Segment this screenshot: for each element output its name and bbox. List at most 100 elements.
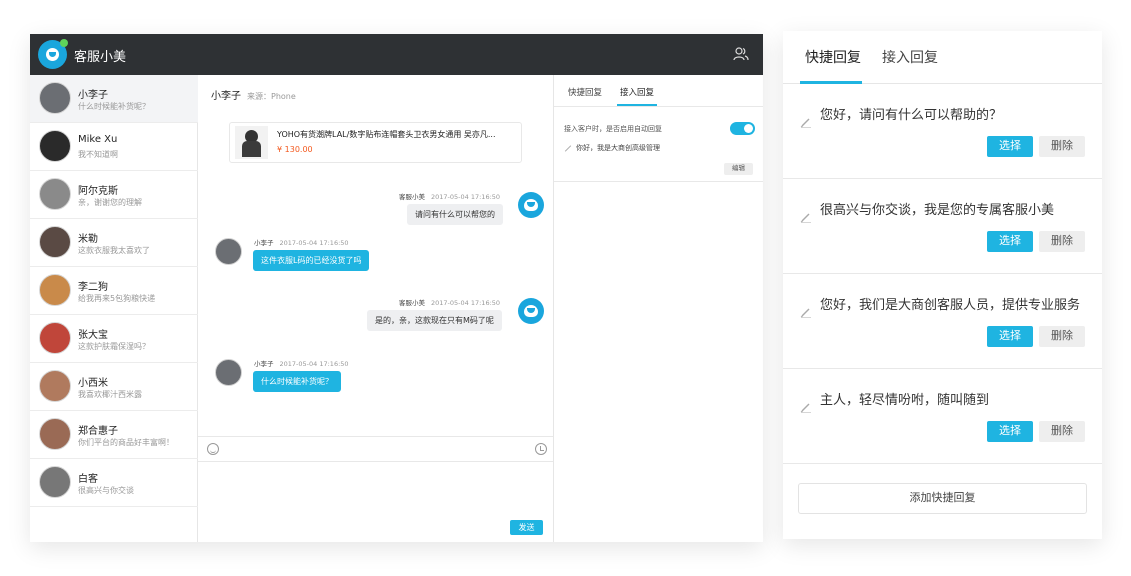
message-meta: 客服小美 2017-05-04 17:16:50: [399, 297, 500, 307]
chat-header: 小李子 来源：Phone: [211, 87, 296, 102]
mini-tab-bar: 快捷回复 接入回复: [554, 75, 763, 107]
message-bubble-out: 是的，亲，这款现在只有M码了呢: [367, 310, 502, 331]
agent-avatar-icon: [518, 192, 544, 218]
contact-list: 小李子 什么时候能补货呢？ Mike Xu 我不知道啊 阿尔克斯 亲，谢谢您的理…: [30, 75, 198, 542]
quick-reply-item: 您好，我们是大商创客服人员，提供专业服务 选择 删除: [783, 274, 1102, 369]
active-tab-indicator: [617, 104, 657, 106]
delete-button[interactable]: 删除: [1039, 326, 1085, 347]
contact-item[interactable]: 张大宝 这款护肤霜保湿吗？: [30, 315, 198, 363]
contact-last-message: 我喜欢椰汁西米露: [78, 390, 142, 399]
users-icon[interactable]: [733, 47, 749, 61]
contact-name: 白客: [78, 474, 98, 485]
quick-reply-text: 您好，请问有什么可以帮助的？: [820, 108, 1003, 123]
tab-quick-reply[interactable]: 快捷回复: [805, 47, 861, 67]
avatar: [39, 370, 71, 402]
contact-last-message: 给我再来5包狗粮快递: [78, 294, 156, 303]
contact-name: 李二狗: [78, 282, 108, 293]
avatar: [39, 226, 71, 258]
avatar: [39, 274, 71, 306]
agent-avatar-icon: [518, 298, 544, 324]
select-button[interactable]: 选择: [987, 326, 1033, 347]
tab-access-reply[interactable]: 接入回复: [882, 47, 938, 67]
contact-name: 张大宝: [78, 330, 108, 341]
tab-quick-reply[interactable]: 快捷回复: [568, 86, 602, 98]
avatar: [215, 238, 242, 265]
contact-last-message: 这款衣服我太喜欢了: [78, 246, 150, 255]
avatar: [39, 418, 71, 450]
message-bubble-in: 这件衣服L码的已经没货了吗: [253, 250, 370, 271]
chat-source: 来源：Phone: [247, 92, 296, 101]
pencil-icon: [564, 144, 572, 152]
app-title: 客服小美: [74, 50, 127, 65]
quick-reply-item: 您好，请问有什么可以帮助的？ 选择 删除: [783, 84, 1102, 179]
message-sender: 小李子: [254, 239, 274, 247]
delete-button[interactable]: 删除: [1039, 231, 1085, 252]
add-quick-reply-button[interactable]: 添加快捷回复: [798, 483, 1087, 514]
message-time: 2017-05-04 17:16:50: [279, 239, 349, 247]
avatar: [215, 359, 242, 386]
contact-last-message: 这款护肤霜保湿吗？: [78, 342, 150, 351]
contact-item[interactable]: 李二狗 给我再来5包狗粮快递: [30, 267, 198, 315]
product-price: ¥ 130.00: [277, 145, 313, 154]
avatar: [39, 322, 71, 354]
contact-item[interactable]: 米勒 这款衣服我太喜欢了: [30, 219, 198, 267]
auto-reply-toggle[interactable]: [730, 122, 755, 135]
message-meta: 客服小美 2017-05-04 17:16:50: [399, 191, 500, 201]
contact-item[interactable]: 郑合惠子 你们平台的商品好丰富啊！: [30, 411, 198, 459]
top-bar: 客服小美: [30, 34, 763, 75]
contact-item[interactable]: 阿尔克斯 亲，谢谢您的理解: [30, 171, 198, 219]
auto-reply-text: 你好，我是大商创高级管理: [576, 144, 660, 152]
select-button[interactable]: 选择: [987, 136, 1033, 157]
pencil-icon: [800, 403, 811, 413]
history-clock-icon[interactable]: [535, 443, 547, 455]
contact-last-message: 很高兴与你交谈: [78, 486, 134, 495]
avatar: [39, 82, 71, 114]
edit-button[interactable]: 编辑: [724, 163, 753, 175]
quick-reply-item: 很高兴与你交谈，我是您的专属客服小美 选择 删除: [783, 179, 1102, 274]
contact-name: 阿尔克斯: [78, 186, 118, 197]
message-sender: 客服小美: [399, 299, 425, 307]
pencil-icon: [800, 213, 811, 223]
chat-customer-name: 小李子: [211, 91, 241, 102]
contact-item[interactable]: 小西米 我喜欢椰汁西米露: [30, 363, 198, 411]
avatar: [39, 130, 71, 162]
send-button[interactable]: 发送: [510, 520, 543, 535]
app-logo-icon: [38, 39, 68, 69]
avatar: [39, 466, 71, 498]
message-sender: 小李子: [254, 360, 274, 368]
online-status-dot: [60, 39, 68, 47]
chat-app-window: 客服小美 小李子 什么时候能补货呢？ Mike Xu 我不知道啊 阿尔克斯 亲，…: [30, 34, 763, 542]
avatar: [39, 178, 71, 210]
message-meta: 小李子 2017-05-04 17:16:50: [254, 237, 349, 247]
quick-reply-text: 主人，轻尽情吩咐，随叫随到: [820, 393, 990, 408]
contact-last-message: 亲，谢谢您的理解: [78, 198, 142, 207]
select-button[interactable]: 选择: [987, 421, 1033, 442]
contact-last-message: 什么时候能补货呢？: [78, 102, 150, 111]
emoji-icon[interactable]: [207, 443, 219, 455]
divider: [554, 181, 763, 182]
delete-button[interactable]: 删除: [1039, 421, 1085, 442]
quick-reply-text: 您好，我们是大商创客服人员，提供专业服务: [820, 298, 1081, 313]
contact-item[interactable]: 小李子 什么时候能补货呢？: [30, 75, 198, 123]
tab-access-reply[interactable]: 接入回复: [620, 86, 654, 98]
product-image: [235, 126, 268, 159]
contact-item[interactable]: Mike Xu 我不知道啊: [30, 123, 198, 171]
select-button[interactable]: 选择: [987, 231, 1033, 252]
quick-reply-text: 很高兴与你交谈，我是您的专属客服小美: [820, 203, 1055, 218]
message-time: 2017-05-04 17:16:50: [279, 360, 349, 368]
quick-reply-item: 主人，轻尽情吩咐，随叫随到 选择 删除: [783, 369, 1102, 464]
message-sender: 客服小美: [399, 193, 425, 201]
contact-name: 郑合惠子: [78, 426, 118, 437]
product-card[interactable]: YOHO有货潮牌LAL/数字贴布连帽套头卫衣男女通用 吴亦凡... ¥ 130.…: [229, 122, 522, 163]
contact-name: 小李子: [78, 90, 108, 101]
contact-last-message: 你们平台的商品好丰富啊！: [78, 438, 174, 447]
contact-item[interactable]: 白客 很高兴与你交谈: [30, 459, 198, 507]
message-time: 2017-05-04 17:16:50: [431, 299, 501, 307]
message-time: 2017-05-04 17:16:50: [431, 193, 501, 201]
pencil-icon: [800, 308, 811, 318]
delete-button[interactable]: 删除: [1039, 136, 1085, 157]
quick-reply-tab-bar: 快捷回复 接入回复: [783, 31, 1102, 84]
product-title: YOHO有货潮牌LAL/数字贴布连帽套头卫衣男女通用 吴亦凡...: [277, 130, 496, 139]
message-input-toolbar: [198, 436, 553, 462]
reply-settings-panel: 快捷回复 接入回复 接入客户时，是否启用自动回复 你好，我是大商创高级管理 编辑: [554, 75, 763, 542]
